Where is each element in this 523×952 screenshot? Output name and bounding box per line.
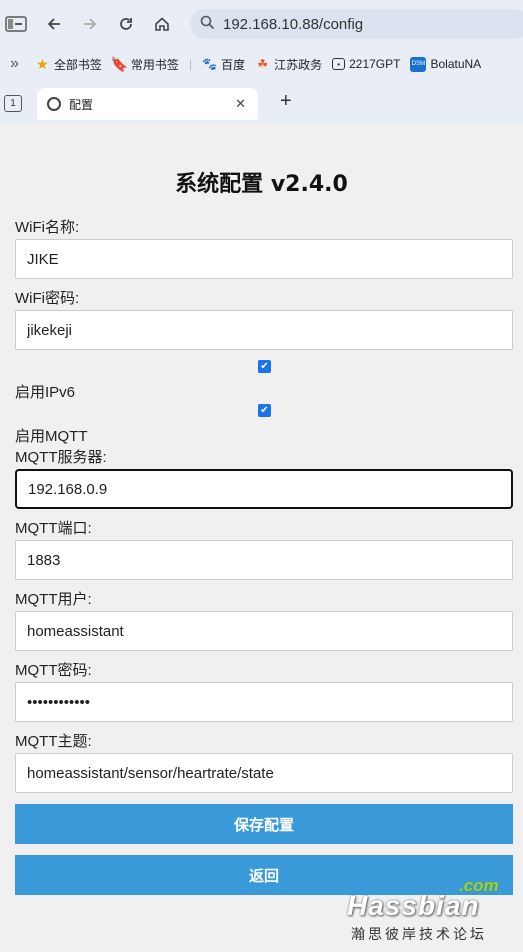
new-tab-button[interactable]: + — [280, 90, 292, 113]
wifi-password-label: WiFi密码: — [15, 290, 80, 307]
watermark-brand: Hassbian — [347, 890, 480, 921]
star-icon: ★ — [36, 55, 49, 72]
baidu-icon: 🐾 — [202, 57, 218, 71]
bookmarks-bar: » ★ 全部书签 🔖 常用书签 | 🐾 百度 ☘ 江苏政务 • 2217GPT … — [0, 48, 523, 80]
wifi-name-label: WiFi名称: — [15, 219, 80, 236]
bookmark-baidu[interactable]: 🐾 百度 — [202, 56, 245, 73]
bookmark-all[interactable]: ★ 全部书签 — [35, 56, 102, 73]
dsm-icon: DSM — [410, 56, 427, 72]
mqtt-enable-checkbox[interactable]: ✔ — [258, 404, 271, 417]
page-title: 系统配置 v2.4.0 — [175, 172, 348, 197]
tab-strip: 1 配置 ✕ — [0, 80, 523, 124]
back-icon[interactable] — [40, 10, 68, 38]
mqtt-port-label: MQTT端口: — [15, 520, 92, 537]
bookmark-nas[interactable]: DSM BolatuNA — [410, 56, 481, 72]
save-config-button[interactable]: 保存配置 — [15, 804, 513, 844]
url-text: 192.168.10.88/config — [223, 15, 364, 33]
mqtt-topic-label: MQTT主题: — [15, 733, 92, 750]
mqtt-user-label: MQTT用户: — [15, 591, 92, 608]
home-icon[interactable] — [148, 10, 176, 38]
mqtt-server-input[interactable] — [15, 469, 513, 509]
forward-icon[interactable] — [76, 10, 104, 38]
ipv6-checkbox[interactable]: ✔ — [258, 360, 271, 373]
ipv6-label: 启用IPv6 — [15, 384, 76, 401]
tab-config[interactable]: 配置 ✕ — [37, 88, 258, 120]
close-icon[interactable]: ✕ — [235, 96, 246, 112]
reload-icon[interactable] — [112, 10, 140, 38]
globe-icon — [47, 97, 61, 111]
bookmark-separator: | — [188, 57, 193, 71]
tab-count-badge[interactable]: 1 — [4, 95, 22, 112]
wifi-password-input[interactable] — [15, 310, 513, 350]
mqtt-server-label: MQTT服务器: — [15, 449, 107, 466]
config-page: 系统配置 v2.4.0 WiFi名称: WiFi密码: ✔ 启用IPv6 ✔ 启… — [0, 124, 523, 952]
tab-title: 配置 — [69, 97, 94, 112]
hassbian-watermark: .com Hassbian 瀚思彼岸技术论坛 — [345, 876, 515, 946]
bookmarks-overflow-icon[interactable]: » — [10, 55, 19, 73]
mqtt-topic-input[interactable] — [15, 753, 513, 793]
browser-toolbar: 192.168.10.88/config — [0, 0, 523, 48]
bookmark-jiangsu[interactable]: ☘ 江苏政务 — [255, 56, 322, 73]
bookmark-icon: 🔖 — [110, 55, 129, 72]
watermark-tagline: 瀚思彼岸技术论坛 — [351, 927, 487, 943]
sidebar-toggle-icon[interactable] — [2, 10, 30, 38]
bookmark-gpt[interactable]: • 2217GPT — [332, 57, 400, 71]
search-icon — [200, 15, 215, 34]
mqtt-password-input[interactable] — [15, 682, 513, 722]
wifi-name-input[interactable] — [15, 239, 513, 279]
mqtt-port-input[interactable] — [15, 540, 513, 580]
mqtt-user-input[interactable] — [15, 611, 513, 651]
address-bar[interactable]: 192.168.10.88/config — [190, 9, 523, 39]
mqtt-enable-label: 启用MQTT — [15, 428, 88, 445]
chat-icon: • — [332, 58, 346, 70]
bookmark-common[interactable]: 🔖 常用书签 — [110, 55, 179, 73]
mqtt-password-label: MQTT密码: — [15, 662, 92, 679]
jiangsu-gov-icon: ☘ — [257, 57, 268, 71]
